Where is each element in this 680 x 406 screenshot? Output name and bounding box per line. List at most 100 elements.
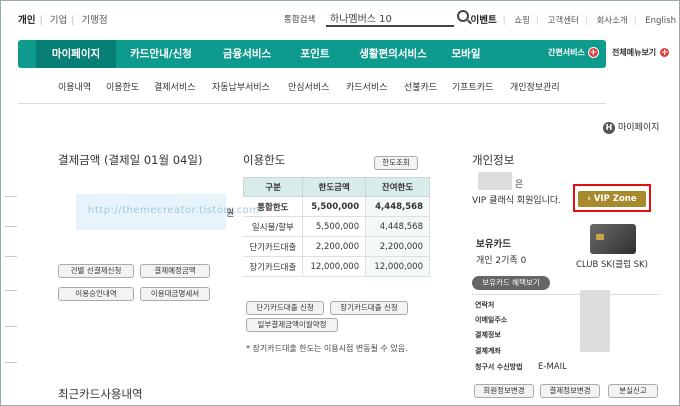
top-util-links: 이벤트 | 쇼핑 | 고객센터 | 회사소개 | English [470,15,676,26]
subnav-safe[interactable]: 안심서비스 [288,80,329,93]
main-nav: 마이페이지 카드안내/신청 금융서비스 포인트 생활편의서비스 모바일 간편서비… [18,40,606,68]
limit-inquiry-button[interactable]: 한도조회 [374,156,418,170]
statement-button[interactable]: 이용대금명세서 [140,287,210,301]
partial-payment-button[interactable]: 일부결제금액이월약정 [246,318,338,332]
all-menu-button[interactable]: 전체메뉴보기 + [612,47,671,58]
col-category: 구분 [242,177,304,197]
card-name: CLUB SK(클럽 SK) [576,260,648,270]
nav-mobile[interactable]: 모바일 [438,40,494,68]
cell-category: 일시불/할부 [243,216,304,237]
nav-point[interactable]: 포인트 [286,40,344,68]
easy-service-button[interactable]: 간편서비스 + [548,47,599,58]
side-divider [5,362,17,363]
subnav-usage[interactable]: 이용내역 [58,80,91,93]
label-account: 결제계좌 [475,347,501,355]
subnav-autopay[interactable]: 자동납부서비스 [212,80,270,93]
link-event[interactable]: 이벤트 [471,15,497,26]
approval-history-button[interactable]: 이용승인내역 [58,287,134,301]
nav-finance[interactable]: 금융서비스 [208,40,286,68]
card-benefit-button[interactable]: 보유카드 혜택보기 [472,276,550,290]
holding-card-count: 개인 2기족 0 [476,256,527,266]
cell-category: 통합한도 [243,196,304,217]
prepay-request-button[interactable]: 건별 선결제신청 [58,264,134,278]
segment-personal[interactable]: 개인 [18,15,35,26]
limit-table: 구분 한도금액 잔여한도 통합한도 5,500,000 4,448,568 일시… [242,177,430,277]
side-divider [5,256,17,257]
subnav-prepaid[interactable]: 선불카드 [404,80,437,93]
easy-service-label: 간편서비스 [548,48,585,57]
mypage-badge-label: 마이페이지 [618,123,660,133]
segment-merchant[interactable]: 기맹점 [81,15,107,26]
nav-mypage[interactable]: 마이페이지 [36,40,116,68]
subnav-personal-info[interactable]: 개인정보관리 [510,80,560,93]
side-divider [5,326,17,327]
info-divider [472,294,660,295]
vip-zone-button[interactable]: › VIP Zone [578,191,646,207]
lost-report-button[interactable]: 분실신고 [608,384,658,398]
cell-limit: 12,000,000 [302,256,367,277]
plus-icon: + [659,47,671,58]
top-bar: 개인 | 기업 | 기맹점 통합검색 하나멤버스 10 이벤트 | 쇼핑 | 고객센터 |… [0,0,680,36]
subnav-payment[interactable]: 결제서비스 [154,80,195,93]
label-billing-method: 청구서 수신방법 [475,363,523,371]
nav-life[interactable]: 생활편의서비스 [348,40,438,68]
long-loan-button[interactable]: 장기카드대출 신청 [330,301,408,315]
nav-card-info[interactable]: 카드안내/신청 [118,40,204,68]
name-suffix: 은 [515,180,524,190]
subnav-gift[interactable]: 기프트카드 [452,80,493,93]
table-row: 일시불/할부 5,500,000 4,448,568 [243,216,430,237]
label-email: 이메일주소 [475,316,508,324]
short-loan-button[interactable]: 단기카드대출 신청 [246,301,324,315]
holding-card-title: 보유카드 [476,239,511,250]
personal-info-title: 개인정보 [472,153,515,167]
billing-method-value: E-MAIL [538,362,567,372]
subnav-limit[interactable]: 이용한도 [106,80,139,93]
cell-limit: 2,200,000 [302,236,367,257]
cell-remaining: 12,000,000 [365,256,430,277]
link-shopping[interactable]: 쇼핑 [514,16,530,26]
table-header-row: 구분 한도금액 잔여한도 [242,177,430,197]
masked-info [580,290,610,352]
plus-icon: + [587,47,599,58]
side-divider [5,290,17,291]
search-input[interactable]: 하나멤버스 10 [326,9,454,27]
table-row: 통합한도 5,500,000 4,448,568 [243,196,430,217]
grade-text: VIP 클래식 회원입니다. [472,196,562,206]
payment-unit: 원 [226,209,235,219]
payment-title: 결제금액 (결제일 01월 04일) [58,153,203,167]
label-contact: 연락처 [475,301,495,309]
col-limit: 한도금액 [302,177,367,197]
cell-limit: 5,500,000 [302,196,367,217]
cell-remaining: 4,448,568 [365,196,430,217]
side-divider [5,226,17,227]
link-customer-center[interactable]: 고객센터 [548,16,579,26]
card-image[interactable] [590,224,636,254]
all-menu-label: 전체메뉴보기 [612,48,657,57]
table-row: 장기카드대출 12,000,000 12,000,000 [243,256,430,277]
search-label: 통합검색 [284,15,316,25]
cell-limit: 5,500,000 [302,216,367,237]
mypage-badge: H 마이페이지 [603,120,659,134]
col-remaining: 잔여한도 [365,177,430,197]
payment-info-change-button[interactable]: 결제정보변경 [540,384,600,398]
recent-usage-title: 최근카드사용내역 [58,387,143,401]
cell-remaining: 4,448,568 [365,216,430,237]
link-english[interactable]: English [645,16,676,26]
scheduled-amount-button[interactable]: 결제예정금액 [140,264,210,278]
cell-category: 장기카드대출 [243,256,304,277]
segment-nav: 개인 | 기업 | 기맹점 [18,15,108,26]
side-divider [5,196,17,197]
link-company[interactable]: 회사소개 [596,16,627,26]
cell-remaining: 2,200,000 [365,236,430,257]
h-logo-icon: H [603,122,615,134]
cell-category: 단기카드대출 [243,236,304,257]
loan-note: * 장기카드대출 한도는 이용시점 변동될 수 있음. [246,344,408,353]
masked-name [478,172,512,190]
subnav-card-service[interactable]: 카드서비스 [346,80,387,93]
segment-business[interactable]: 기업 [50,15,67,26]
subnav-divider [18,103,606,104]
member-info-change-button[interactable]: 회원정보변경 [474,384,534,398]
limit-title: 이용한도 [243,153,286,167]
label-payment-info: 결제정보 [475,331,501,339]
table-row: 단기카드대출 2,200,000 2,200,000 [243,236,430,257]
